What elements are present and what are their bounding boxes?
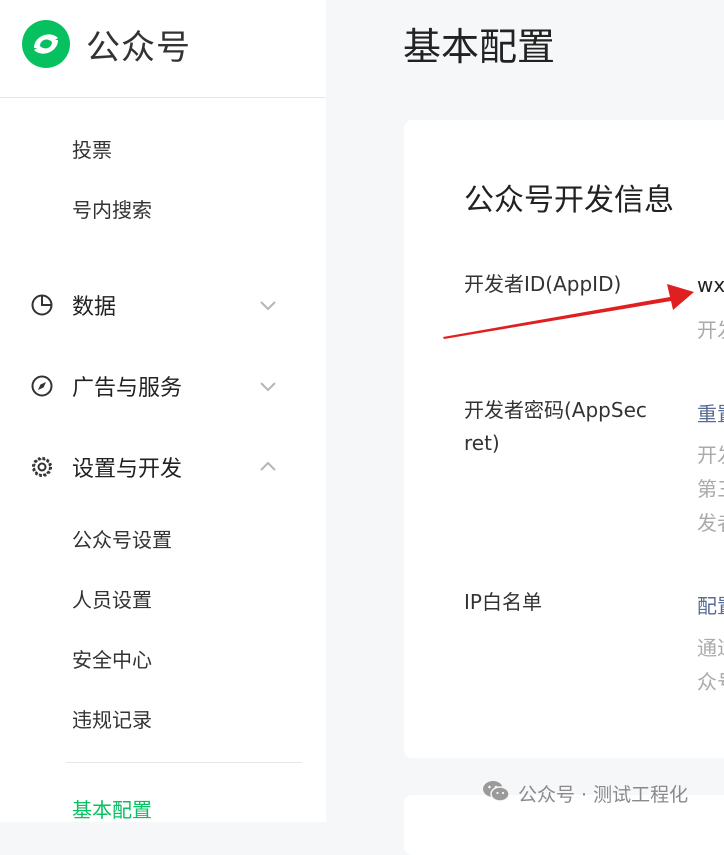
watermark-text: 公众号 · 测试工程化 xyxy=(518,783,689,806)
wechat-icon xyxy=(482,779,510,808)
annotation-arrow-shape xyxy=(443,284,694,339)
annotation-arrow-icon xyxy=(443,284,694,339)
watermark: 公众号 · 测试工程化 xyxy=(482,778,688,808)
